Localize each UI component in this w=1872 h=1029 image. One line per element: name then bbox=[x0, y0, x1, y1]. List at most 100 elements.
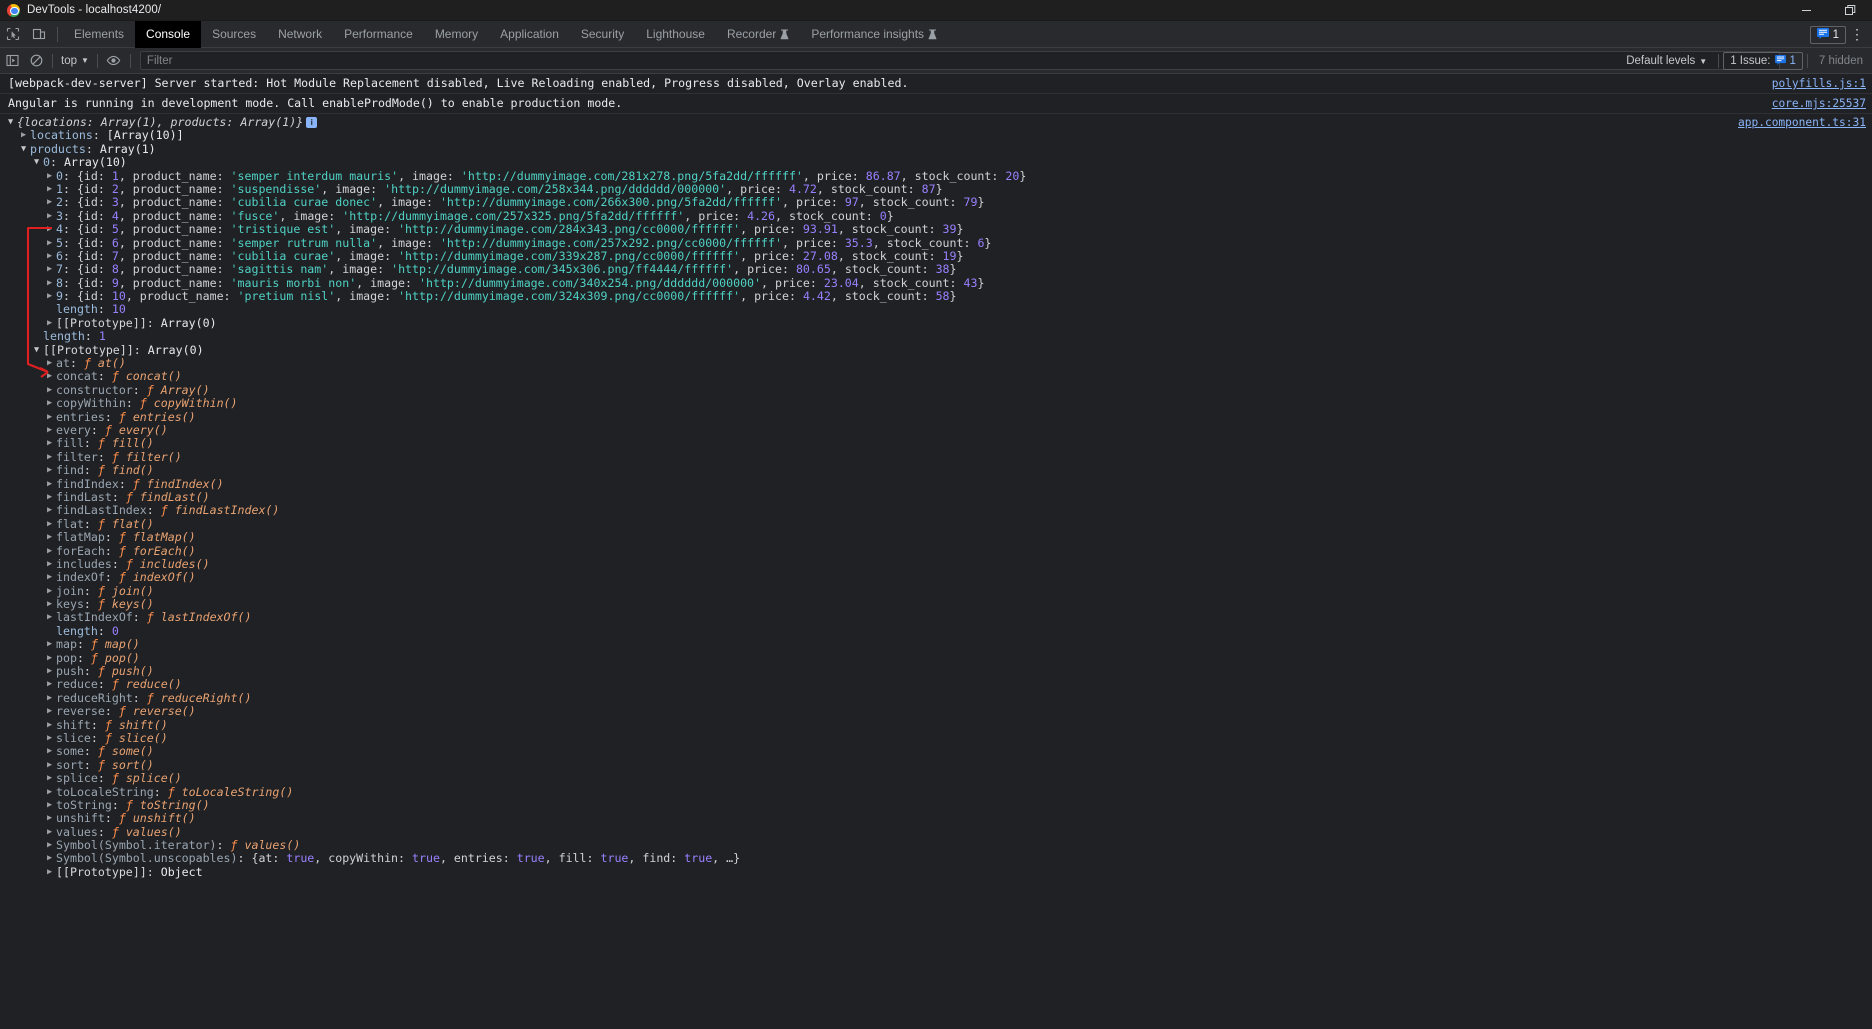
disclosure-triangle-icon[interactable]: ▶ bbox=[47, 826, 56, 839]
outer-length-row[interactable]: length: 1 bbox=[8, 330, 1872, 343]
object-root-row[interactable]: ▼ {locations: Array(1), products: Array(1… bbox=[8, 116, 1872, 129]
disclosure-triangle-icon[interactable]: ▶ bbox=[47, 678, 56, 691]
disclosure-triangle-icon[interactable]: ▶ bbox=[47, 370, 56, 383]
prototype-method-row[interactable]: ▶ findLast: ƒ findLast() bbox=[8, 490, 1872, 504]
disclosure-triangle-icon[interactable]: ▶ bbox=[47, 799, 56, 812]
prototype-method-row[interactable]: ▶ shift: ƒ shift() bbox=[8, 718, 1872, 732]
prototype-method-row[interactable]: ▶ at: ƒ at() bbox=[8, 357, 1872, 370]
disclosure-triangle-icon[interactable]: ▶ bbox=[47, 263, 56, 276]
minimize-button[interactable] bbox=[1784, 0, 1828, 21]
tab-security[interactable]: Security bbox=[570, 21, 635, 48]
console-filter-input[interactable]: Filter bbox=[139, 51, 1780, 70]
disclosure-triangle-icon[interactable]: ▶ bbox=[47, 491, 56, 504]
disclosure-triangle-icon[interactable]: ▶ bbox=[47, 745, 56, 758]
prototype-method-row[interactable]: ▶ values: ƒ values() bbox=[8, 825, 1872, 839]
prototype-method-row[interactable]: ▶ some: ƒ some() bbox=[8, 745, 1872, 758]
disclosure-triangle-icon[interactable]: ▼ bbox=[8, 116, 17, 129]
disclosure-triangle-icon[interactable]: ▶ bbox=[47, 839, 56, 852]
product-item-row[interactable]: ▶ 0: {id: 1, product_name: 'semper interd… bbox=[8, 169, 1872, 183]
source-link[interactable]: polyfills.js:1 bbox=[1772, 76, 1866, 91]
prototype-method-row[interactable]: ▶ reverse: ƒ reverse() bbox=[8, 705, 1872, 718]
prototype-method-row[interactable]: ▶ indexOf: ƒ indexOf() bbox=[8, 571, 1872, 584]
prototype-method-row[interactable]: ▶ copyWithin: ƒ copyWithin() bbox=[8, 397, 1872, 410]
disclosure-triangle-icon[interactable]: ▶ bbox=[47, 210, 56, 223]
disclosure-triangle-icon[interactable]: ▶ bbox=[47, 357, 56, 370]
prototype-method-row[interactable]: ▶ sort: ƒ sort() bbox=[8, 758, 1872, 772]
disclosure-triangle-icon[interactable]: ▶ bbox=[47, 397, 56, 410]
live-expression-icon[interactable] bbox=[102, 49, 126, 73]
prototype-method-row[interactable]: ▶ fill: ƒ fill() bbox=[8, 437, 1872, 450]
log-levels-dropdown[interactable]: Default levels ▼ bbox=[1619, 51, 1714, 71]
product-item-row[interactable]: ▶ 6: {id: 7, product_name: 'cubilia curae… bbox=[8, 249, 1872, 263]
prototype-method-row[interactable]: ▶ forEach: ƒ forEach() bbox=[8, 544, 1872, 558]
product-item-row[interactable]: ▶ 3: {id: 4, product_name: 'fusce', image… bbox=[8, 209, 1872, 223]
product-item-row[interactable]: ▶ 8: {id: 9, product_name: 'mauris morbi … bbox=[8, 276, 1872, 290]
prototype-method-row[interactable]: ▶ push: ƒ push() bbox=[8, 665, 1872, 678]
console-object-message[interactable]: app.component.ts:31 ▼ {locations: Array(1… bbox=[0, 114, 1872, 881]
disclosure-triangle-icon[interactable]: ▶ bbox=[47, 786, 56, 799]
disclosure-triangle-icon[interactable]: ▼ bbox=[21, 143, 30, 156]
prototype-method-row[interactable]: ▶ entries: ƒ entries() bbox=[8, 410, 1872, 424]
disclosure-triangle-icon[interactable]: ▶ bbox=[47, 504, 56, 517]
disclosure-triangle-icon[interactable]: ▶ bbox=[47, 183, 56, 196]
disclosure-triangle-icon[interactable]: ▶ bbox=[47, 424, 56, 437]
info-icon[interactable]: i bbox=[306, 117, 318, 129]
disclosure-triangle-icon[interactable]: ▼ bbox=[34, 156, 43, 169]
restore-button[interactable] bbox=[1828, 0, 1872, 21]
prototype-method-row[interactable]: ▶ reduceRight: ƒ reduceRight() bbox=[8, 691, 1872, 705]
disclosure-triangle-icon[interactable]: ▶ bbox=[47, 411, 56, 424]
disclosure-triangle-icon[interactable]: ▶ bbox=[47, 585, 56, 598]
console-message-list[interactable]: [webpack-dev-server] Server started: Hot… bbox=[0, 74, 1872, 1029]
disclosure-triangle-icon[interactable]: ▶ bbox=[47, 558, 56, 571]
tab-performance-insights[interactable]: Performance insights bbox=[800, 21, 948, 48]
disclosure-triangle-icon[interactable]: ▶ bbox=[47, 223, 56, 236]
product-item-row[interactable]: ▶ 9: {id: 10, product_name: 'pretium nisl… bbox=[8, 290, 1872, 303]
prototype-method-row[interactable]: ▶ flatMap: ƒ flatMap() bbox=[8, 531, 1872, 544]
disclosure-triangle-icon[interactable]: ▶ bbox=[21, 129, 30, 142]
disclosure-triangle-icon[interactable]: ▶ bbox=[47, 545, 56, 558]
prototype-method-row[interactable]: ▶ filter: ƒ filter() bbox=[8, 450, 1872, 464]
device-toolbar-icon[interactable] bbox=[26, 21, 52, 47]
disclosure-triangle-icon[interactable]: ▶ bbox=[47, 772, 56, 785]
prototype-method-row[interactable]: ▶ includes: ƒ includes() bbox=[8, 557, 1872, 571]
tab-memory[interactable]: Memory bbox=[424, 21, 489, 48]
disclosure-triangle-icon[interactable]: ▶ bbox=[47, 437, 56, 450]
disclosure-triangle-icon[interactable]: ▶ bbox=[47, 290, 56, 303]
prototype-method-row[interactable]: ▶ splice: ƒ splice() bbox=[8, 772, 1872, 785]
prototype-method-row[interactable]: ▶ every: ƒ every() bbox=[8, 423, 1872, 437]
disclosure-triangle-icon[interactable]: ▶ bbox=[47, 852, 56, 865]
tab-lighthouse[interactable]: Lighthouse bbox=[635, 21, 716, 48]
prototype-method-row[interactable]: ▶ lastIndexOf: ƒ lastIndexOf() bbox=[8, 611, 1872, 624]
prototype-method-row[interactable]: ▶ keys: ƒ keys() bbox=[8, 598, 1872, 611]
prototype-method-row[interactable]: ▶ find: ƒ find() bbox=[8, 464, 1872, 477]
inner-length-row[interactable]: length: 10 bbox=[8, 303, 1872, 316]
prototype-method-row[interactable]: ▶ pop: ƒ pop() bbox=[8, 651, 1872, 665]
issues-counter-button[interactable]: 1 bbox=[1809, 25, 1846, 44]
disclosure-triangle-icon[interactable]: ▶ bbox=[47, 531, 56, 544]
console-message[interactable]: [webpack-dev-server] Server started: Hot… bbox=[0, 74, 1872, 94]
inner-prototype-row[interactable]: ▶ [[Prototype]]: Array(0) bbox=[8, 316, 1872, 330]
disclosure-triangle-icon[interactable]: ▼ bbox=[34, 344, 43, 357]
source-link[interactable]: core.mjs:25537 bbox=[1772, 96, 1866, 111]
prototype-method-row[interactable]: ▶ unshift: ƒ unshift() bbox=[8, 812, 1872, 825]
prototype-method-row[interactable]: ▶ map: ƒ map() bbox=[8, 638, 1872, 651]
product-item-row[interactable]: ▶ 7: {id: 8, product_name: 'sagittis nam'… bbox=[8, 263, 1872, 276]
disclosure-triangle-icon[interactable]: ▶ bbox=[47, 571, 56, 584]
tab-sources[interactable]: Sources bbox=[201, 21, 267, 48]
sidebar-toggle-icon[interactable] bbox=[0, 49, 24, 73]
disclosure-triangle-icon[interactable]: ▶ bbox=[47, 250, 56, 263]
prototype-method-row[interactable]: ▶ toString: ƒ toString() bbox=[8, 798, 1872, 812]
products-array-row[interactable]: ▼ 0: Array(10) bbox=[8, 156, 1872, 169]
clear-console-icon[interactable] bbox=[24, 49, 48, 73]
product-item-row[interactable]: ▶ 2: {id: 3, product_name: 'cubilia curae… bbox=[8, 196, 1872, 209]
disclosure-triangle-icon[interactable]: ▶ bbox=[47, 652, 56, 665]
product-item-row[interactable]: ▶ 4: {id: 5, product_name: 'tristique est… bbox=[8, 223, 1872, 236]
execution-context-selector[interactable]: top ▼ bbox=[57, 51, 93, 71]
tab-recorder[interactable]: Recorder bbox=[716, 21, 800, 48]
prototype-method-row[interactable]: ▶ toLocaleString: ƒ toLocaleString() bbox=[8, 785, 1872, 799]
console-message[interactable]: Angular is running in development mode. … bbox=[0, 94, 1872, 114]
symbol-iterator-row[interactable]: ▶ Symbol(Symbol.iterator): ƒ values() bbox=[8, 839, 1872, 852]
inspect-element-icon[interactable] bbox=[0, 21, 26, 47]
disclosure-triangle-icon[interactable]: ▶ bbox=[47, 812, 56, 825]
disclosure-triangle-icon[interactable]: ▶ bbox=[47, 277, 56, 290]
